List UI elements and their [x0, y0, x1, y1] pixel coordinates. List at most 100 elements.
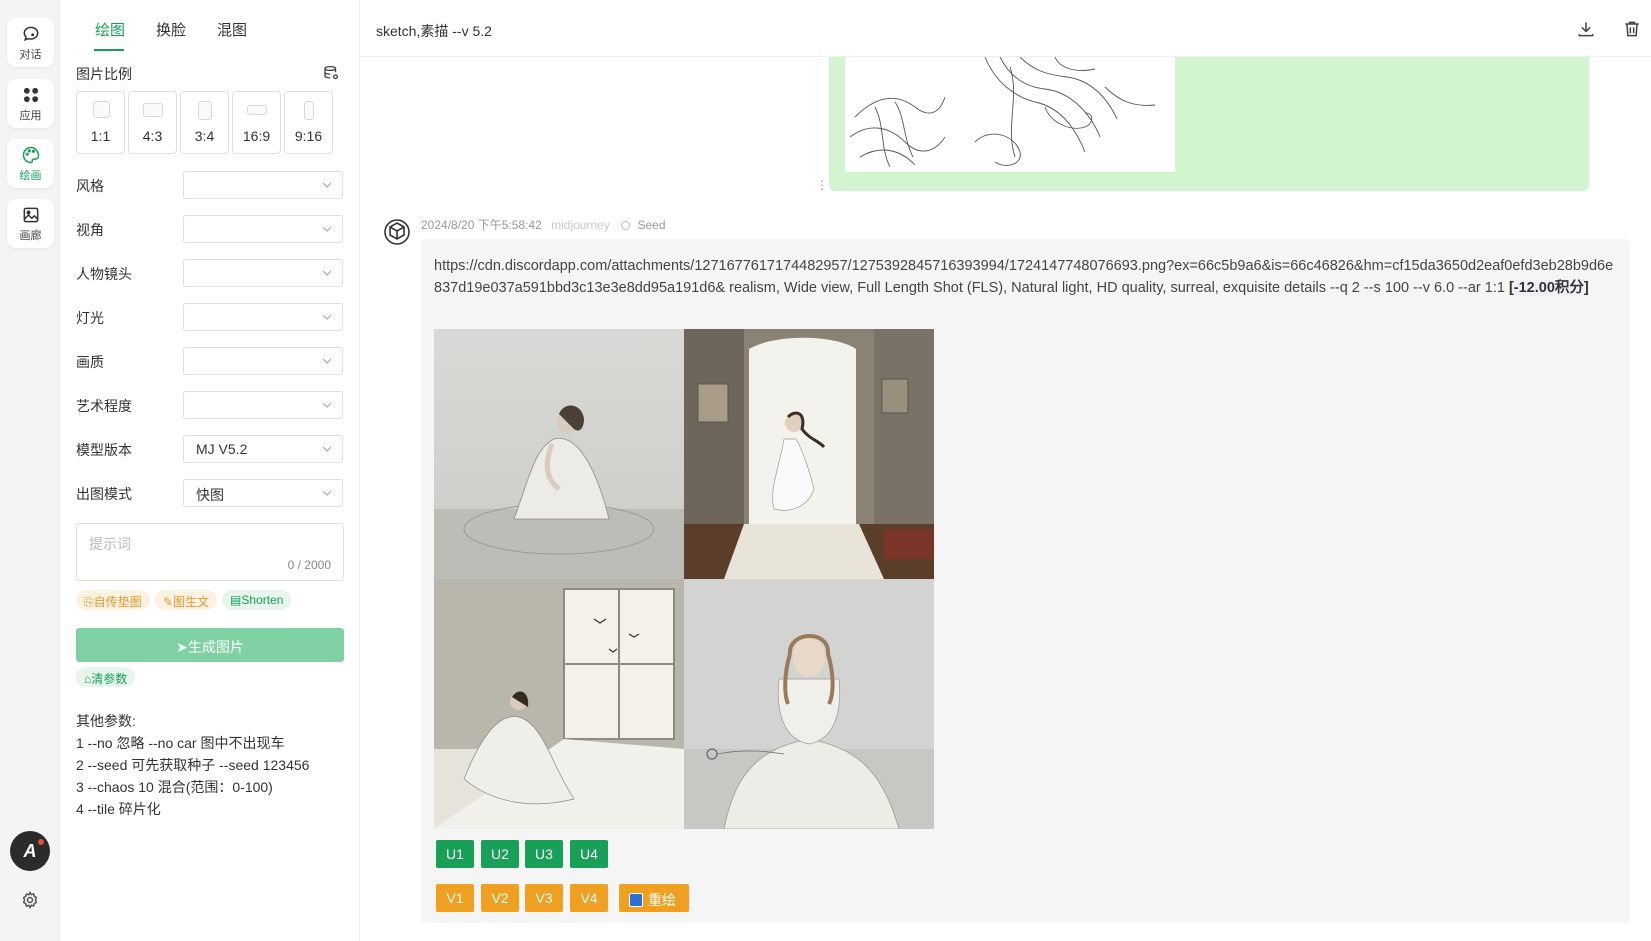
- image-to-text-button[interactable]: ✎图生文: [155, 590, 218, 610]
- field-label-angle: 视角: [76, 222, 104, 238]
- generate-image-button[interactable]: ➤生成图片: [76, 628, 344, 662]
- ratio-shape: [93, 101, 110, 118]
- pill-label: Shorten: [241, 593, 284, 607]
- model-version-select[interactable]: MJ V5.2: [183, 435, 343, 463]
- nav-item-label: 应用: [19, 109, 42, 122]
- chat-main: sketch,素描 --v 5.2 ⋮ 2024/8/20 下午5:58:42 …: [360, 0, 1651, 941]
- ratio-shape: [304, 101, 314, 120]
- upscale-button-u2[interactable]: U2: [481, 840, 519, 868]
- credit-cost: [-12.00积分]: [1508, 280, 1589, 296]
- send-icon: ➤: [176, 639, 188, 655]
- artistry-select[interactable]: [183, 391, 343, 419]
- other-params-title: 其他参数:: [76, 713, 136, 729]
- nav-item-label: 绘画: [19, 169, 42, 182]
- ratio-shape: [198, 101, 212, 120]
- ratio-option-9-16[interactable]: 9:16: [284, 91, 333, 154]
- trash-icon[interactable]: [1622, 19, 1642, 39]
- nav-item-label: 画廊: [19, 229, 42, 242]
- tab-blend[interactable]: 混图: [217, 19, 247, 40]
- clear-params-button[interactable]: ⌂清参数: [76, 667, 136, 687]
- seed-radio-icon[interactable]: [621, 221, 631, 230]
- shorten-button[interactable]: ▤Shorten: [222, 590, 292, 610]
- prompt-text: https://cdn.discordapp.com/attachments/1…: [434, 258, 1614, 296]
- sketch-illustration: [849, 57, 1156, 168]
- upscale-button-u3[interactable]: U3: [525, 840, 563, 868]
- redraw-button[interactable]: 重绘: [619, 884, 689, 912]
- ratio-option-1-1[interactable]: 1:1: [76, 91, 125, 154]
- lighting-select[interactable]: [183, 303, 343, 331]
- generated-image-3[interactable]: [434, 579, 684, 829]
- prompt-placeholder: 提示词: [89, 536, 131, 552]
- other-param-line: 2 --seed 可先获取种子 --seed 123456: [76, 757, 310, 773]
- previous-sketch-image[interactable]: [845, 57, 1175, 172]
- ratio-option-16-9[interactable]: 16:9: [232, 91, 281, 154]
- ratio-text: 4:3: [142, 128, 163, 144]
- seed-label[interactable]: Seed: [638, 218, 666, 232]
- app-logo[interactable]: A: [10, 831, 50, 871]
- style-select[interactable]: [183, 171, 343, 199]
- nav-item-label: 对话: [19, 48, 42, 61]
- nav-item-draw[interactable]: 绘画: [7, 139, 54, 188]
- chevron-down-icon: [322, 358, 332, 364]
- pill-label: 图生文: [173, 595, 210, 609]
- generated-image-grid[interactable]: [434, 329, 934, 829]
- variation-button-v1[interactable]: V1: [436, 884, 474, 912]
- ratio-text: 3:4: [194, 128, 215, 144]
- variation-button-v4[interactable]: V4: [570, 884, 608, 912]
- main-header: sketch,素描 --v 5.2: [360, 0, 1651, 57]
- tab-draw[interactable]: 绘图: [95, 19, 125, 40]
- ratio-option-3-4[interactable]: 3:4: [180, 91, 229, 154]
- generated-image-2[interactable]: [684, 329, 934, 579]
- output-mode-select[interactable]: 快图: [183, 479, 343, 507]
- message-meta: 2024/8/20 下午5:58:42 midjourney Seed: [421, 216, 666, 233]
- gear-icon[interactable]: [20, 890, 40, 910]
- field-label-output-mode: 出图模式: [76, 486, 132, 502]
- nav-item-gallery[interactable]: 画廊: [7, 199, 54, 248]
- logo-dot: [38, 839, 44, 845]
- prompt-char-counter: 0 / 2000: [287, 558, 331, 572]
- palette-icon: [22, 146, 39, 163]
- more-options-icon[interactable]: ⋮: [816, 178, 828, 192]
- angle-select[interactable]: [183, 215, 343, 243]
- chevron-down-icon: [322, 182, 332, 188]
- ratio-shape: [143, 103, 163, 117]
- pill-label: 自传垫图: [93, 595, 142, 609]
- chevron-down-icon: [322, 226, 332, 232]
- ratio-label: 图片比例: [76, 66, 132, 82]
- generated-image-4[interactable]: [684, 579, 934, 829]
- database-settings-icon[interactable]: [322, 64, 340, 82]
- nav-item-apps[interactable]: 应用: [7, 79, 54, 128]
- generated-image-4-art: [684, 579, 934, 829]
- tab-face-swap[interactable]: 换脸: [156, 19, 186, 40]
- character-shot-select[interactable]: [183, 259, 343, 287]
- apps-grid-icon: [23, 87, 38, 102]
- quality-select[interactable]: [183, 347, 343, 375]
- upscale-button-u4[interactable]: U4: [570, 840, 608, 868]
- assistant-message-bubble: https://cdn.discordapp.com/attachments/1…: [421, 239, 1630, 923]
- ratio-text: 16:9: [242, 128, 271, 144]
- chevron-down-icon: [322, 402, 332, 408]
- generate-label: 生成图片: [187, 639, 244, 655]
- ratio-option-4-3[interactable]: 4:3: [128, 91, 177, 154]
- prompt-textarea[interactable]: 提示词 0 / 2000: [76, 523, 344, 581]
- select-value: MJ V5.2: [196, 441, 248, 457]
- download-icon[interactable]: [1576, 19, 1596, 39]
- generated-image-3-art: [434, 579, 684, 829]
- upscale-button-u1[interactable]: U1: [436, 840, 474, 868]
- draw-settings-panel: 绘图 换脸 混图 图片比例 1:1 4:3 3:4 16:9 9:16 风格 视…: [60, 0, 360, 941]
- nav-item-chat[interactable]: 对话: [7, 18, 54, 67]
- other-params-help: 其他参数: 1 --no 忽略 --no car 图中不出现车 2 --seed…: [76, 710, 309, 820]
- chevron-down-icon: [322, 490, 332, 496]
- generated-image-1[interactable]: [434, 329, 684, 579]
- variation-button-v3[interactable]: V3: [525, 884, 563, 912]
- nav-rail: 对话 应用 绘画 画廊 A: [0, 0, 60, 941]
- upload-reference-image-button[interactable]: ⎘自传垫图: [76, 590, 150, 610]
- message-timestamp: 2024/8/20 下午5:58:42: [421, 218, 542, 232]
- variation-button-v2[interactable]: V2: [481, 884, 519, 912]
- panel-tabs: 绘图 换脸 混图: [60, 0, 360, 55]
- active-tab-indicator: [94, 49, 124, 51]
- field-label-quality: 画质: [76, 354, 104, 370]
- ratio-text: 1:1: [90, 128, 111, 144]
- field-label-style: 风格: [76, 178, 104, 194]
- chevron-down-icon: [322, 314, 332, 320]
